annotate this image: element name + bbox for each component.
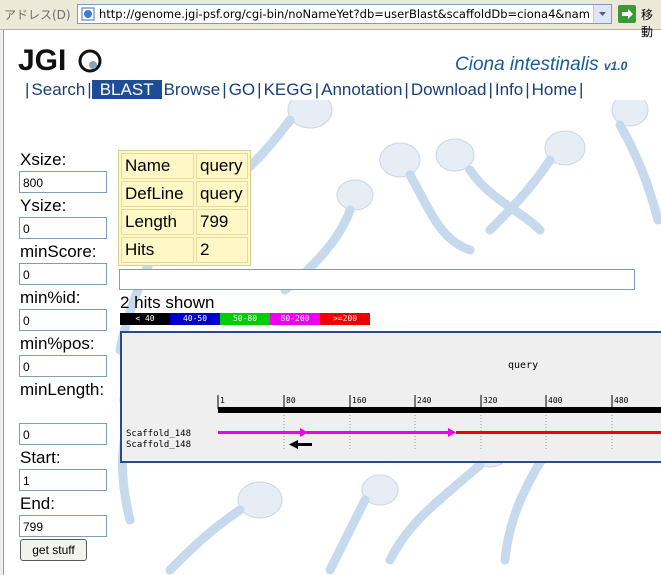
minlength-input[interactable]: 0 [19, 423, 107, 445]
legend-item: 40-50 [170, 313, 220, 325]
ruler-tick-label: 80 [286, 396, 296, 405]
nav-separator: | [579, 80, 584, 99]
minscore-label: minScore: [20, 242, 97, 261]
minid-label: min%id: [20, 288, 81, 307]
legend-item: 50-80 [220, 313, 270, 325]
alignment-graphic: query 1 80 160 240 320 400 480 Scaffold_… [126, 360, 661, 451]
arrow-left-icon [289, 440, 298, 449]
chevron-down-icon [599, 12, 606, 16]
ruler-tick-label: 160 [352, 396, 367, 405]
info-value: 799 [196, 209, 248, 235]
main-nav: | Search | BLAST Browse | GO | KEGG | Annotation | D… [25, 80, 583, 100]
address-url[interactable]: http://genome.jgi-psf.org/cgi-bin/noName… [99, 7, 589, 21]
page-icon [81, 7, 95, 21]
hit-segment-red[interactable] [456, 431, 661, 434]
legend-item: 80-200 [270, 313, 320, 325]
hit-segment-pink[interactable] [218, 431, 454, 434]
species-name: Ciona intestinalis [455, 54, 599, 75]
hits-shown-text: 2 hits shown [120, 293, 215, 312]
minid-input[interactable]: 0 [19, 309, 107, 331]
species-title: Ciona intestinalis v1.0 [455, 54, 627, 76]
minscore-input[interactable]: 0 [19, 263, 107, 285]
svg-text:JGI: JGI [18, 44, 66, 76]
jgi-logo: JGI [18, 44, 102, 76]
table-row: DefLine query [121, 181, 248, 207]
info-key: DefLine [121, 181, 194, 207]
nav-item-kegg[interactable]: KEGG [262, 80, 315, 99]
start-label: Start: [20, 448, 61, 467]
table-row: Name query [121, 153, 248, 179]
address-label: アドレス(D) [4, 8, 71, 22]
ysize-input[interactable]: 0 [19, 217, 107, 239]
arrow-right-icon [300, 428, 308, 437]
info-value: 2 [196, 237, 248, 263]
nav-item-search[interactable]: Search [29, 80, 87, 99]
table-row: Hits 2 [121, 237, 248, 263]
nav-separator: | [257, 80, 262, 99]
arrow-right-icon [448, 428, 456, 437]
nav-item-download[interactable]: Download [409, 80, 489, 99]
arrow-right-icon [622, 9, 633, 19]
nav-item-blast[interactable]: BLAST [91, 80, 162, 99]
nav-item-go[interactable]: GO [227, 80, 257, 99]
go-label[interactable]: 移動 [641, 6, 661, 40]
query-info-table: Name query DefLine query Length 799 Hits… [118, 150, 251, 266]
browser-address-bar: アドレス(D) http://genome.jgi-psf.org/cgi-bi… [0, 0, 661, 39]
description-input[interactable] [119, 269, 635, 290]
xsize-input[interactable]: 800 [19, 171, 107, 193]
address-input[interactable]: http://genome.jgi-psf.org/cgi-bin/noName… [77, 4, 612, 24]
nav-item-annotation[interactable]: Annotation [319, 80, 404, 99]
alignment-panel[interactable]: query 1 80 160 240 320 400 480 Scaffold_… [120, 331, 661, 463]
query-bar [218, 407, 661, 413]
nav-item-info[interactable]: Info [493, 80, 525, 99]
nav-item-browse[interactable]: Browse [162, 80, 223, 99]
info-value: query [196, 181, 248, 207]
info-key: Hits [121, 237, 194, 263]
nav-item-home[interactable]: Home [530, 80, 579, 99]
hit-segment-black[interactable] [298, 443, 312, 446]
legend-item: >=200 [320, 313, 370, 325]
window-edge [0, 30, 4, 575]
species-version: v1.0 [603, 59, 628, 73]
hit-name[interactable]: Scaffold_148 [126, 440, 191, 450]
info-value: query [196, 153, 248, 179]
table-row: Length 799 [121, 209, 248, 235]
info-key: Length [121, 209, 194, 235]
ruler-tick-label: 1 [220, 396, 225, 405]
ruler-tick-label: 480 [614, 396, 629, 405]
address-dropdown-button[interactable] [593, 5, 611, 23]
get-stuff-button[interactable]: get stuff [20, 539, 87, 561]
xsize-label: Xsize: [20, 150, 67, 169]
score-legend: < 40 40-50 50-80 80-200 >=200 [120, 313, 370, 325]
go-button[interactable] [618, 5, 636, 23]
ruler-tick-label: 320 [483, 396, 498, 405]
ruler-tick-label: 240 [417, 396, 432, 405]
legend-item: < 40 [120, 313, 170, 325]
end-label: End: [20, 494, 55, 513]
minpos-label: min%pos: [20, 334, 95, 353]
query-label: query [508, 360, 538, 371]
nav-separator: | [525, 80, 530, 99]
hit-name[interactable]: Scaffold_148 [126, 429, 191, 439]
minpos-input[interactable]: 0 [19, 355, 107, 377]
info-key: Name [121, 153, 194, 179]
minlength-label: minLength: [20, 380, 105, 399]
start-input[interactable]: 1 [19, 469, 107, 491]
ruler-tick-label: 400 [548, 396, 563, 405]
end-input[interactable]: 799 [19, 515, 107, 537]
ysize-label: Ysize: [20, 196, 67, 215]
